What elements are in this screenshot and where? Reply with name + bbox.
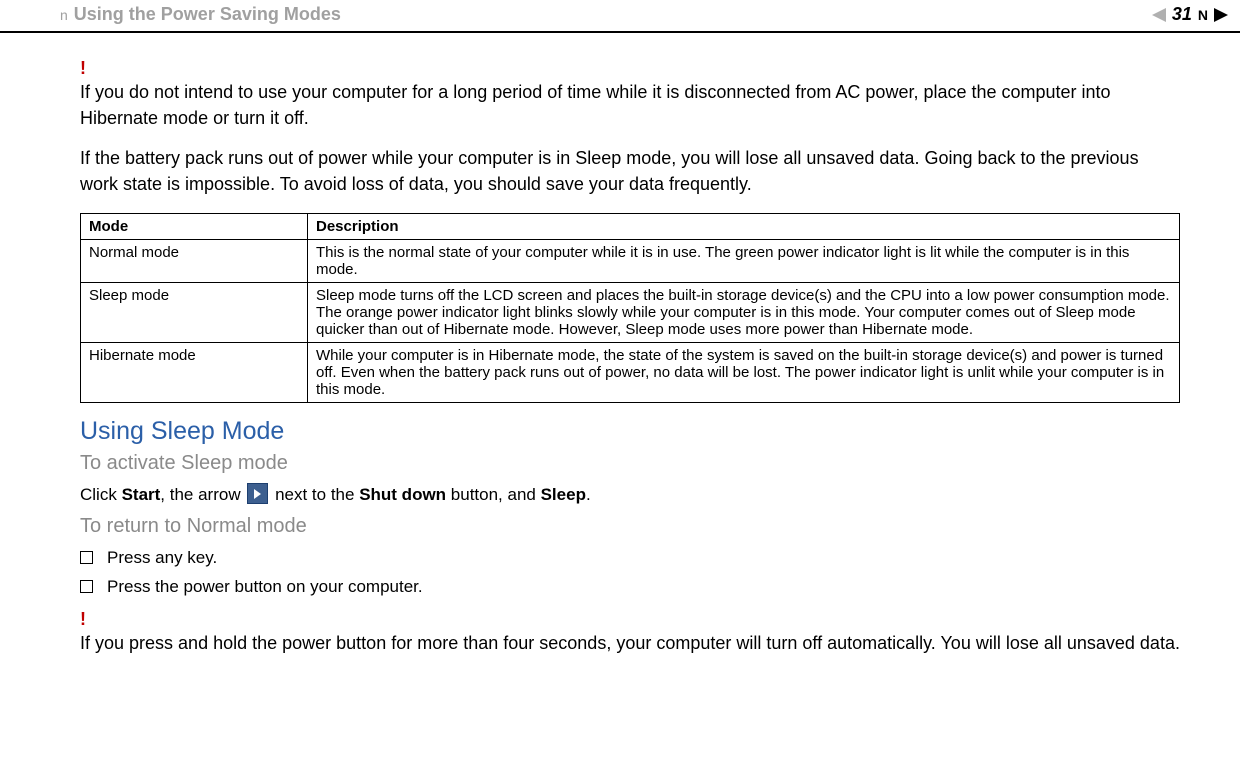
warning-block-2: ! If you press and hold the power button… bbox=[80, 610, 1180, 656]
cell-desc: While your computer is in Hibernate mode… bbox=[308, 343, 1180, 403]
table-row: Hibernate mode While your computer is in… bbox=[81, 343, 1180, 403]
arrow-right-icon bbox=[247, 483, 268, 504]
return-steps-list: Press any key. Press the power button on… bbox=[80, 544, 1180, 602]
breadcrumb-prev: n Using the Power Saving Modes bbox=[60, 4, 341, 25]
cell-mode: Normal mode bbox=[81, 240, 308, 283]
kw-start: Start bbox=[122, 485, 161, 504]
activate-instructions: Click Start, the arrow next to the Shut … bbox=[80, 483, 1180, 507]
header-right: 31 N bbox=[1152, 4, 1228, 25]
list-item-text: Press any key. bbox=[107, 548, 217, 567]
table-row: Sleep mode Sleep mode turns off the LCD … bbox=[81, 283, 1180, 343]
bullet-square-icon bbox=[80, 580, 93, 593]
th-desc: Description bbox=[308, 214, 1180, 240]
kw-shutdown: Shut down bbox=[359, 485, 446, 504]
text: Click bbox=[80, 485, 122, 504]
cell-desc: This is the normal state of your compute… bbox=[308, 240, 1180, 283]
page-content: ! If you do not intend to use your compu… bbox=[0, 33, 1240, 656]
warning-icon: ! bbox=[80, 610, 1180, 628]
section-heading: Using Sleep Mode bbox=[80, 417, 1180, 446]
header-title: Using the Power Saving Modes bbox=[74, 4, 341, 25]
list-item-text: Press the power button on your computer. bbox=[107, 577, 423, 596]
page-number: 31 bbox=[1172, 4, 1192, 25]
list-item: Press the power button on your computer. bbox=[80, 573, 1180, 602]
modes-table: Mode Description Normal mode This is the… bbox=[80, 213, 1180, 403]
cell-mode: Sleep mode bbox=[81, 283, 308, 343]
warning-text-2: If you press and hold the power button f… bbox=[80, 630, 1180, 656]
warning-text-1b: If the battery pack runs out of power wh… bbox=[80, 145, 1180, 197]
list-item: Press any key. bbox=[80, 544, 1180, 573]
nav-next-icon[interactable]: N bbox=[1198, 7, 1208, 23]
table-header-row: Mode Description bbox=[81, 214, 1180, 240]
text: button, and bbox=[446, 485, 541, 504]
document-page: n Using the Power Saving Modes 31 N ! If… bbox=[0, 0, 1240, 774]
subsection-return: To return to Normal mode bbox=[80, 515, 1180, 538]
table-row: Normal mode This is the normal state of … bbox=[81, 240, 1180, 283]
warning-text-1a: If you do not intend to use your compute… bbox=[80, 79, 1180, 131]
cell-mode: Hibernate mode bbox=[81, 343, 308, 403]
cell-desc: Sleep mode turns off the LCD screen and … bbox=[308, 283, 1180, 343]
text: . bbox=[586, 485, 591, 504]
subsection-activate: To activate Sleep mode bbox=[80, 452, 1180, 475]
warning-block-1: ! If you do not intend to use your compu… bbox=[80, 59, 1180, 197]
page-header: n Using the Power Saving Modes 31 N bbox=[0, 0, 1240, 33]
warning-icon: ! bbox=[80, 59, 1180, 77]
th-mode: Mode bbox=[81, 214, 308, 240]
bullet-square-icon bbox=[80, 551, 93, 564]
nav-prev-icon[interactable]: n bbox=[60, 7, 68, 23]
text: , the arrow bbox=[160, 485, 245, 504]
text: next to the bbox=[270, 485, 359, 504]
nav-prev-triangle-icon[interactable] bbox=[1152, 8, 1166, 22]
kw-sleep: Sleep bbox=[541, 485, 586, 504]
nav-next-triangle-icon[interactable] bbox=[1214, 8, 1228, 22]
